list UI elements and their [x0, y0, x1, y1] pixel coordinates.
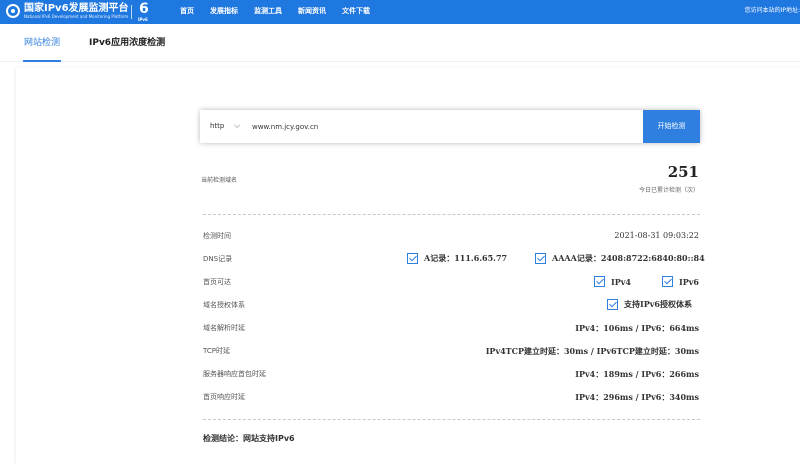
- current-domain-label: 当前检测域名: [201, 177, 238, 184]
- dns-aaaa-record: AAAA记录：2408:8722:6840:80::84: [535, 253, 705, 264]
- checkbox-checked-icon: [407, 253, 418, 264]
- search-bar: http 开始检测: [200, 110, 700, 143]
- divider: [203, 214, 700, 215]
- nav-downloads[interactable]: 文件下载: [342, 0, 370, 24]
- dns-delay-label: 域名解析时延: [203, 324, 245, 332]
- homepage-ipv4: IPv4: [594, 276, 631, 287]
- logo-divider: [131, 5, 132, 19]
- checkbox-checked-icon: [535, 253, 546, 264]
- server-delay-label: 服务器响应首包时延: [203, 370, 266, 378]
- main-nav: 首页 发展指标 监测工具 新闻资讯 文件下载: [180, 0, 370, 24]
- page-delay-value: IPv4：296ms / IPv6：340ms: [575, 392, 699, 402]
- time-label: 检测时间: [203, 232, 231, 240]
- tcp-delay-value: IPv4TCP建立时延：30ms / IPv6TCP建立时延：30ms: [485, 346, 699, 356]
- protocol-select[interactable]: http: [210, 110, 224, 143]
- logo-icon: [6, 4, 20, 18]
- divider: [203, 419, 700, 420]
- logo-subtitle: National IPv6 Development and Monitoring…: [24, 14, 129, 19]
- top-header: 国家IPv6发展监测平台 National IPv6 Development a…: [0, 0, 800, 24]
- dns-a-record: A记录：111.6.65.77: [407, 253, 507, 264]
- nav-news[interactable]: 新闻资讯: [298, 0, 326, 24]
- nav-indicators[interactable]: 发展指标: [210, 0, 238, 24]
- url-input[interactable]: [252, 116, 632, 137]
- checkbox-checked-icon: [594, 276, 605, 287]
- check-count-caption: 今日已累计检测（次）: [638, 187, 699, 194]
- site-logo[interactable]: 国家IPv6发展监测平台 National IPv6 Development a…: [4, 2, 154, 22]
- visitor-ip-text: 您访问本站的IP地址:: [744, 7, 800, 14]
- domain-auth-value: 支持IPv6授权体系: [607, 299, 692, 310]
- chevron-down-icon[interactable]: [234, 122, 240, 128]
- checkbox-checked-icon: [607, 299, 618, 310]
- start-check-button[interactable]: 开始检测: [643, 110, 700, 143]
- dns-delay-value: IPv4：106ms / IPv6：664ms: [575, 323, 699, 333]
- logo-title: 国家IPv6发展监测平台: [24, 3, 129, 14]
- check-conclusion: 检测结论：网站支持IPv6: [203, 434, 295, 443]
- nav-home[interactable]: 首页: [180, 0, 194, 24]
- homepage-ipv6: IPv6: [662, 276, 699, 287]
- tab-ipv6-app-check[interactable]: IPv6应用浓度检测: [89, 24, 165, 62]
- time-value: 2021-08-31 09:03:22: [614, 231, 699, 240]
- tcp-delay-label: TCP时延: [203, 347, 230, 355]
- server-delay-value: IPv4：189ms / IPv6：266ms: [575, 369, 699, 379]
- check-count: 251: [667, 163, 699, 181]
- dns-label: DNS记录: [203, 255, 233, 263]
- domain-auth-label: 域名授权体系: [203, 301, 245, 309]
- checkbox-checked-icon: [662, 276, 673, 287]
- ipv6-badge-icon: 6 IPv6: [138, 1, 149, 22]
- tab-website-check[interactable]: 网站检测: [22, 24, 62, 62]
- homepage-reach-label: 首页可达: [203, 278, 231, 286]
- tab-bar: 网站检测 IPv6应用浓度检测: [0, 24, 800, 62]
- nav-tools[interactable]: 监测工具: [254, 0, 282, 24]
- page-delay-label: 首页响应时延: [203, 393, 245, 401]
